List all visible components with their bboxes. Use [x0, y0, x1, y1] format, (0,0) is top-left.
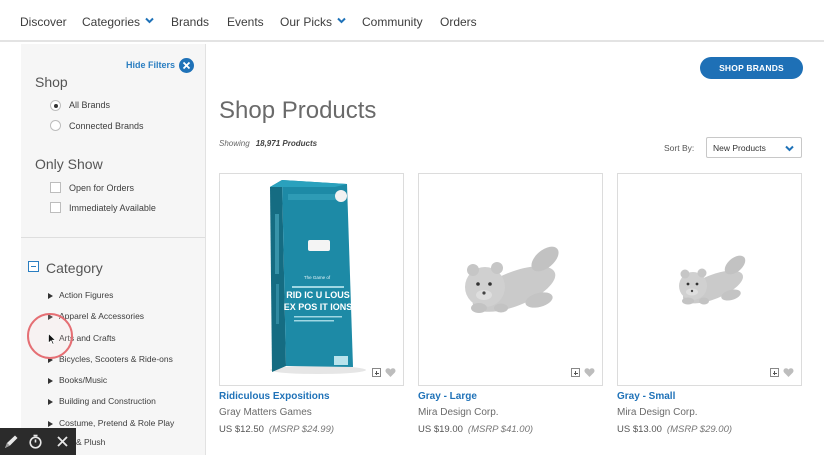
immediately-available-label[interactable]: Immediately Available: [69, 203, 156, 213]
category-item[interactable]: Bicycles, Scooters & Ride-ons: [48, 354, 173, 364]
caret-right-icon: [48, 420, 53, 427]
caret-right-icon: [48, 377, 53, 384]
category-item[interactable]: Building and Construction: [48, 396, 156, 406]
category-label: Building and Construction: [59, 396, 156, 406]
heart-icon[interactable]: [584, 367, 595, 378]
product-price: US $12.50 (MSRP $24.99): [219, 424, 334, 435]
plus-box-icon[interactable]: [571, 368, 580, 377]
checkbox-open-for-orders[interactable]: [50, 182, 61, 193]
category-label: Bicycles, Scooters & Ride-ons: [59, 354, 173, 364]
nav-events-label: Events: [227, 15, 264, 29]
open-for-orders-label[interactable]: Open for Orders: [69, 183, 134, 193]
price-value: US $13.00: [617, 424, 662, 435]
category-label: Books/Music: [59, 375, 108, 385]
results-count: Showing 18,971 Products: [219, 139, 317, 148]
caret-right-icon: [48, 398, 53, 405]
nav-community[interactable]: Community: [362, 15, 423, 29]
category-item[interactable]: & Plush: [76, 437, 105, 447]
checkbox-immediately-available[interactable]: [50, 202, 61, 213]
nav-categories-label: Categories: [82, 15, 141, 29]
sort-by-label: Sort By:: [664, 143, 695, 153]
radio-connected-brands[interactable]: [50, 120, 61, 131]
sort-select[interactable]: New Products: [706, 137, 802, 158]
only-show-section-title: Only Show: [35, 156, 103, 172]
category-item[interactable]: Action Figures: [48, 290, 113, 300]
recorder-toolbar: [0, 428, 76, 455]
shop-brands-button[interactable]: SHOP BRANDS: [700, 57, 803, 79]
category-label: Action Figures: [59, 290, 114, 300]
cursor-icon: [48, 333, 56, 345]
hide-filters-link[interactable]: Hide Filters: [126, 60, 175, 70]
pen-icon[interactable]: [4, 434, 19, 449]
box-title-line-2: EX POS IT IONS: [284, 302, 353, 312]
showing-label: Showing: [219, 139, 250, 148]
price-value: US $12.50: [219, 424, 264, 435]
product-price: US $19.00 (MSRP $41.00): [418, 424, 533, 435]
filters-sidebar: Hide Filters Shop All Brands Connected B…: [21, 44, 206, 455]
nav-discover[interactable]: Discover: [20, 15, 67, 29]
product-image[interactable]: [419, 174, 604, 387]
nav-our-picks[interactable]: Our Picks: [280, 15, 346, 29]
sort-select-value: New Products: [713, 143, 766, 153]
product-brand[interactable]: Mira Design Corp.: [418, 407, 499, 418]
product-image[interactable]: The Game of RID IC U LOUS EX POS IT IONS: [220, 174, 405, 387]
price-value: US $19.00: [418, 424, 463, 435]
card-actions: [571, 367, 595, 378]
nav-orders[interactable]: Orders: [440, 15, 477, 29]
all-brands-label[interactable]: All Brands: [69, 100, 110, 110]
msrp-value: (MSRP $24.99): [268, 424, 335, 435]
chevron-down-icon: [785, 144, 794, 153]
heart-icon[interactable]: [783, 367, 794, 378]
showing-count: 18,971 Products: [255, 139, 318, 148]
close-icon[interactable]: [55, 434, 70, 449]
chevron-down-icon: [337, 16, 346, 25]
plus-box-icon[interactable]: [770, 368, 779, 377]
connected-brands-label[interactable]: Connected Brands: [69, 121, 144, 131]
product-name-link[interactable]: Ridiculous Expositions: [219, 391, 330, 402]
close-circle-icon[interactable]: [179, 58, 194, 73]
nav-brands-label: Brands: [171, 15, 210, 29]
category-section-title: Category: [46, 260, 103, 276]
category-label: Costume, Pretend & Role Play: [59, 418, 175, 428]
card-actions: [770, 367, 794, 378]
heart-icon[interactable]: [385, 367, 396, 378]
shop-section-title: Shop: [35, 74, 68, 90]
msrp-value: (MSRP $29.00): [666, 424, 733, 435]
nav-discover-label: Discover: [20, 15, 67, 29]
msrp-value: (MSRP $41.00): [467, 424, 534, 435]
card-actions: [372, 367, 396, 378]
product-brand[interactable]: Mira Design Corp.: [617, 407, 698, 418]
timer-icon[interactable]: [28, 434, 43, 449]
product-brand[interactable]: Gray Matters Games: [219, 407, 312, 418]
product-card[interactable]: [418, 173, 603, 386]
category-item[interactable]: Costume, Pretend & Role Play: [48, 418, 174, 428]
sidebar-divider: [21, 237, 205, 238]
nav-categories[interactable]: Categories: [82, 15, 154, 29]
plus-box-icon[interactable]: [372, 368, 381, 377]
nav-community-label: Community: [362, 15, 423, 29]
radio-all-brands[interactable]: [50, 100, 61, 111]
top-nav: Discover Categories Brands Events Our Pi…: [0, 0, 824, 42]
nav-our-picks-label: Our Picks: [280, 15, 333, 29]
nav-events[interactable]: Events: [227, 15, 264, 29]
chevron-down-icon: [145, 16, 154, 25]
product-name-link[interactable]: Gray - Large: [418, 391, 477, 402]
product-image[interactable]: [618, 174, 803, 387]
category-label: Apparel & Accessories: [59, 311, 145, 321]
page-title: Shop Products: [219, 97, 377, 124]
product-price: US $13.00 (MSRP $29.00): [617, 424, 732, 435]
nav-orders-label: Orders: [440, 15, 477, 29]
category-item[interactable]: Books/Music: [48, 375, 107, 385]
svg-text:The Game of: The Game of: [304, 275, 331, 280]
box-title-line-1: RID IC U LOUS: [286, 290, 350, 300]
product-name-link[interactable]: Gray - Small: [617, 391, 675, 402]
collapse-category-icon[interactable]: [28, 261, 39, 272]
product-card[interactable]: The Game of RID IC U LOUS EX POS IT IONS: [219, 173, 404, 386]
caret-right-icon: [48, 292, 53, 299]
product-card[interactable]: [617, 173, 802, 386]
nav-brands[interactable]: Brands: [171, 15, 209, 29]
